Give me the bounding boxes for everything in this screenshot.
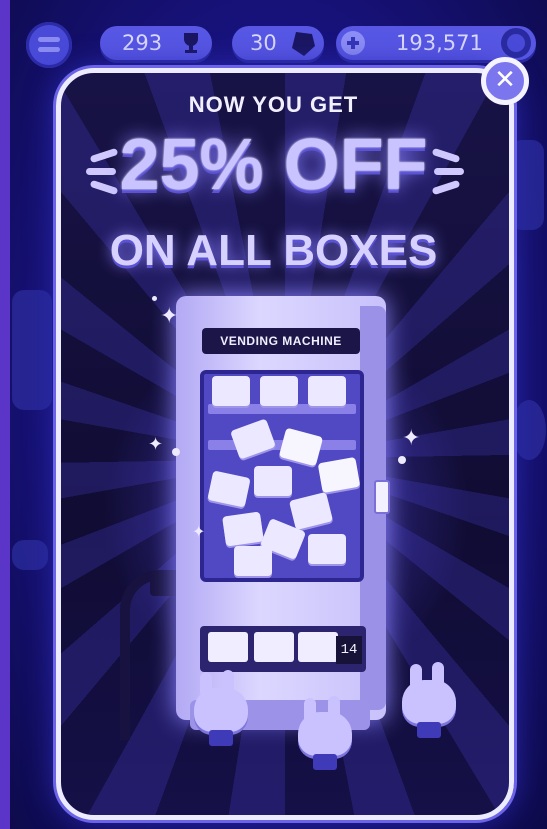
box bbox=[308, 376, 346, 406]
gem-count: 30 bbox=[250, 31, 277, 55]
background-sign bbox=[12, 540, 48, 570]
background-building bbox=[12, 290, 52, 410]
box bbox=[254, 466, 292, 496]
bunny-hand-middle bbox=[298, 712, 352, 756]
sparkle-dot bbox=[152, 296, 157, 301]
box bbox=[230, 418, 276, 460]
menu-icon bbox=[38, 37, 60, 42]
coin-add-icon[interactable] bbox=[340, 30, 366, 56]
sparkle-dot bbox=[398, 456, 406, 464]
vending-machine-label: VENDING MACHINE bbox=[202, 328, 360, 354]
box bbox=[288, 491, 334, 531]
sparkle-dot bbox=[172, 448, 180, 456]
coin-count: 193,571 bbox=[396, 31, 483, 55]
gem-counter[interactable]: 30 bbox=[232, 26, 324, 60]
vending-machine-handle bbox=[374, 480, 390, 514]
sparkle-icon: ✦ bbox=[148, 434, 164, 455]
box bbox=[308, 534, 346, 564]
sponsor-badge-icon bbox=[501, 28, 531, 58]
tray-box bbox=[208, 632, 248, 662]
bunny-hand-right bbox=[402, 680, 456, 724]
box bbox=[222, 511, 264, 547]
sparkle-icon: ✦ bbox=[192, 522, 206, 541]
close-icon: ✕ bbox=[494, 65, 516, 95]
box bbox=[207, 470, 251, 508]
trophy-icon bbox=[184, 33, 198, 53]
popup-subtitle: NOW YOU GET bbox=[188, 92, 359, 117]
box bbox=[212, 376, 250, 406]
gem-icon bbox=[292, 32, 315, 56]
sparkle-icon: ✦ bbox=[160, 304, 179, 329]
vending-machine-window bbox=[200, 370, 364, 582]
background-badge bbox=[512, 400, 546, 460]
sparkle-icon: ✦ bbox=[402, 426, 421, 451]
box bbox=[260, 376, 298, 406]
bunny-hand-left bbox=[194, 688, 248, 732]
trophy-counter[interactable]: 293 bbox=[100, 26, 212, 60]
discount-headline: 25% OFF bbox=[119, 125, 428, 205]
box-counter: 14 bbox=[336, 636, 362, 664]
menu-icon-bar bbox=[38, 47, 60, 52]
menu-button[interactable] bbox=[26, 22, 72, 68]
trophy-count: 293 bbox=[122, 31, 163, 55]
tray-box bbox=[298, 632, 338, 662]
box bbox=[234, 546, 272, 576]
hand-base bbox=[417, 722, 441, 738]
tray-box bbox=[254, 632, 294, 662]
mystery-box bbox=[278, 427, 324, 467]
hand-base bbox=[209, 730, 233, 746]
discount-scope: ON ALL BOXES bbox=[109, 226, 438, 275]
mystery-box bbox=[317, 456, 360, 494]
hand-base bbox=[313, 754, 337, 770]
game-screen: 293 30 193,571 ✕ NOW YOU GET 25% OFF ON … bbox=[0, 0, 547, 829]
coin-counter[interactable]: 193,571 bbox=[336, 26, 536, 60]
